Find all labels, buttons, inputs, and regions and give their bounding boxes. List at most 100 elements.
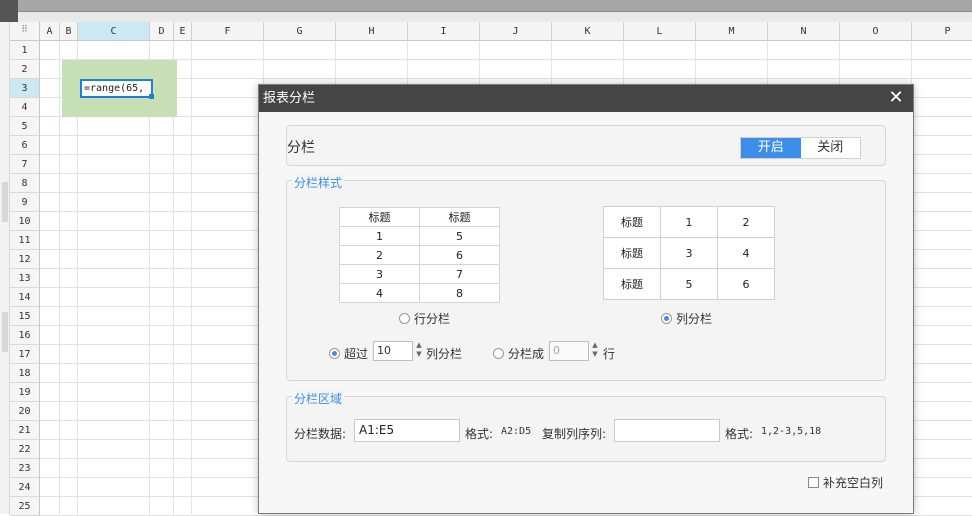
column-header-c[interactable]: C [78, 22, 150, 41]
column-header-h[interactable]: H [336, 22, 408, 41]
row-header-14[interactable]: 14 [10, 288, 40, 307]
row-split-preview-table: 标题 标题 15 26 37 48 [339, 207, 500, 303]
copy-columns-input[interactable] [614, 419, 720, 442]
format-hint: A2:D5 [501, 426, 532, 437]
row-header-24[interactable]: 24 [10, 478, 40, 497]
toolbar-dark-block [0, 0, 18, 22]
top-toolbar-strip [0, 0, 972, 22]
table-cell: 2 [339, 245, 420, 265]
row-header-25[interactable]: 25 [10, 497, 40, 516]
row-header-9[interactable]: 9 [10, 193, 40, 212]
row-header-22[interactable]: 22 [10, 440, 40, 459]
row-header-6[interactable]: 6 [10, 136, 40, 155]
area-section-title: 分栏区域 [292, 390, 345, 407]
row-header-21[interactable]: 21 [10, 421, 40, 440]
report-column-dialog: 报表分栏 ✕ 分栏 开启 关闭 分栏样式 标题 标题 15 26 37 48 标… [258, 84, 914, 514]
row-header-19[interactable]: 19 [10, 383, 40, 402]
radio-dot [329, 348, 340, 359]
table-cell: 1 [339, 226, 420, 246]
left-edge-handle[interactable] [2, 182, 8, 222]
close-icon[interactable]: ✕ [888, 85, 904, 112]
dialog-titlebar: 报表分栏 ✕ [259, 85, 913, 112]
row-header-4[interactable]: 4 [10, 98, 40, 117]
row-header-12[interactable]: 12 [10, 250, 40, 269]
column-header-p[interactable]: P [912, 22, 972, 41]
row-header-8[interactable]: 8 [10, 174, 40, 193]
row-header-5[interactable]: 5 [10, 117, 40, 136]
row-header-10[interactable]: 10 [10, 212, 40, 231]
column-header-g[interactable]: G [264, 22, 336, 41]
column-header-k[interactable]: K [552, 22, 624, 41]
split-into-radio[interactable]: 分栏成 [493, 345, 544, 362]
toggle-off-button[interactable]: 关闭 [800, 138, 860, 158]
row-header-17[interactable]: 17 [10, 345, 40, 364]
left-edge-handle[interactable] [2, 312, 8, 352]
table-cell: 6 [419, 245, 500, 265]
row-header-20[interactable]: 20 [10, 402, 40, 421]
column-header-i[interactable]: I [408, 22, 480, 41]
row-header-11[interactable]: 11 [10, 231, 40, 250]
table-cell: 5 [419, 226, 500, 246]
row-header-16[interactable]: 16 [10, 326, 40, 345]
row-header-3[interactable]: 3 [10, 79, 40, 98]
table-header-cell: 标题 [419, 207, 500, 227]
table-cell: 标题 [603, 206, 661, 238]
column-header-o[interactable]: O [840, 22, 912, 41]
column-header-f[interactable]: F [192, 22, 264, 41]
table-cell: 5 [660, 268, 718, 300]
style-section-title: 分栏样式 [292, 174, 345, 191]
exceed-count-input[interactable]: 10 [373, 341, 413, 361]
radio-dot [661, 313, 672, 324]
row-header-7[interactable]: 7 [10, 155, 40, 174]
column-header-a[interactable]: A [40, 22, 60, 41]
format-label: 格式: [725, 427, 754, 441]
row-header-23[interactable]: 23 [10, 459, 40, 478]
spin-arrows-icon[interactable]: ▲ ▼ [414, 341, 424, 361]
active-cell[interactable]: =range(65, [80, 79, 154, 99]
enable-toggle[interactable]: 开启 关闭 [740, 137, 861, 159]
grid-line [191, 41, 192, 514]
split-count-input[interactable]: 0 [549, 341, 589, 361]
style-panel: 分栏样式 标题 标题 15 26 37 48 标题 1 2 标题 3 4 标题 5 6 行分… [286, 174, 886, 381]
row-header-18[interactable]: 18 [10, 364, 40, 383]
left-scroll-edge[interactable] [0, 22, 10, 514]
exceed-suffix: 列分栏 [426, 347, 463, 361]
column-header-e[interactable]: E [174, 22, 192, 41]
column-header-n[interactable]: N [768, 22, 840, 41]
fill-handle[interactable] [149, 94, 154, 99]
dialog-body: 分栏 开启 关闭 分栏样式 标题 标题 15 26 37 48 标题 1 2 标题 3… [259, 112, 913, 513]
col-split-radio[interactable]: 列分栏 [661, 310, 712, 327]
table-cell: 2 [717, 206, 775, 238]
table-cell: 3 [660, 237, 718, 269]
table-cell: 标题 [603, 237, 661, 269]
split-into-label: 分栏成 [508, 347, 545, 361]
exceed-label: 超过 [344, 347, 369, 361]
spin-arrows-icon[interactable]: ▲ ▼ [590, 341, 600, 361]
column-header-m[interactable]: M [696, 22, 768, 41]
fill-blank-columns-checkbox[interactable]: 补充空白列 [808, 474, 883, 491]
row-header-15[interactable]: 15 [10, 307, 40, 326]
column-header-j[interactable]: J [480, 22, 552, 41]
col-split-label: 列分栏 [676, 312, 713, 326]
exceed-radio[interactable]: 超过 [329, 345, 368, 362]
column-header-b[interactable]: B [60, 22, 78, 41]
row-header-13[interactable]: 13 [10, 269, 40, 288]
enable-label: 分栏 [287, 140, 315, 156]
row-split-radio[interactable]: 行分栏 [399, 310, 450, 327]
row-header-2[interactable]: 2 [10, 60, 40, 79]
enable-panel: 分栏 开启 关闭 [286, 125, 886, 166]
row-split-label: 行分栏 [414, 312, 451, 326]
dialog-title: 报表分栏 [263, 91, 316, 106]
format-label: 格式: [465, 427, 494, 441]
select-all-corner[interactable]: ⠿ [10, 22, 40, 41]
row-header-1[interactable]: 1 [10, 41, 40, 60]
column-header-l[interactable]: L [624, 22, 696, 41]
column-header-d[interactable]: D [150, 22, 174, 41]
table-cell: 8 [419, 283, 500, 303]
checkbox-box [808, 477, 819, 488]
toggle-on-button[interactable]: 开启 [741, 138, 801, 158]
data-range-input[interactable]: A1:E5 [354, 419, 460, 442]
col-split-preview-table: 标题 1 2 标题 3 4 标题 5 6 [603, 206, 775, 300]
table-cell: 3 [339, 264, 420, 284]
radio-dot [399, 313, 410, 324]
